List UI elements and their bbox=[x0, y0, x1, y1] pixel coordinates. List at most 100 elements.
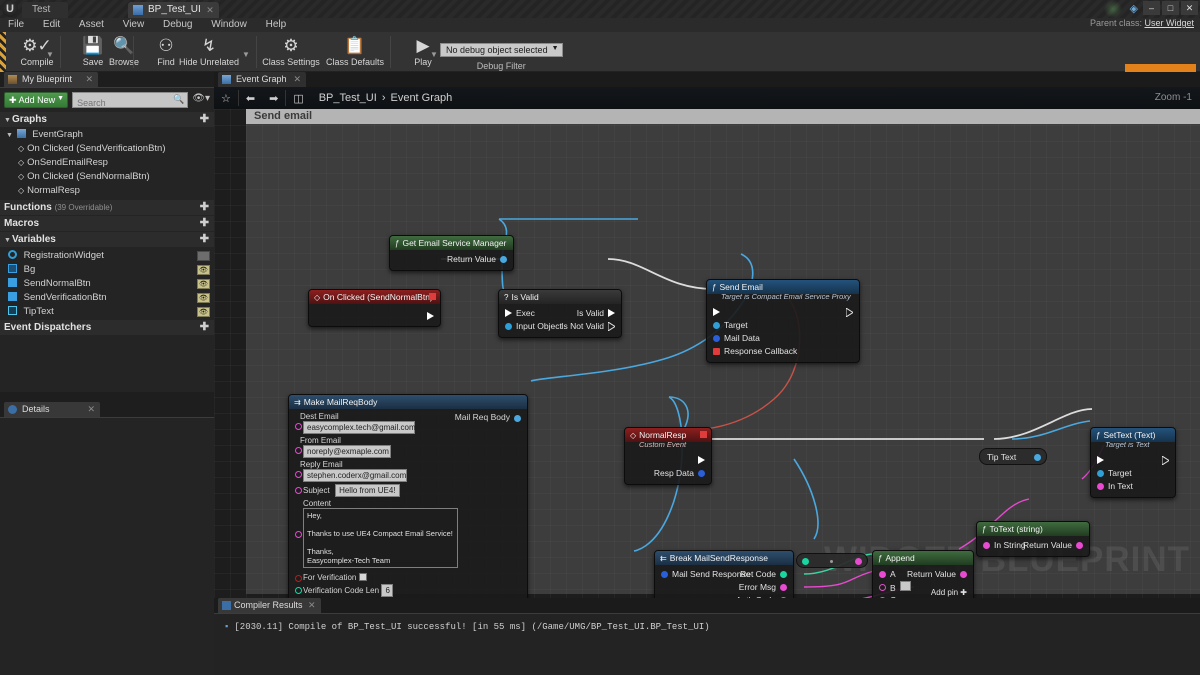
pin-is-not-valid[interactable] bbox=[608, 321, 615, 331]
add-function-icon[interactable]: ✚ bbox=[200, 200, 209, 215]
input-dest-email[interactable]: easycomplex.tech@gmail.com bbox=[303, 421, 416, 434]
close-icon[interactable]: ✕ bbox=[293, 72, 301, 87]
pin-resp-data[interactable] bbox=[698, 470, 705, 477]
add-new-button[interactable]: ✚ Add New ▼ bbox=[4, 92, 69, 108]
menu-item-file[interactable]: File bbox=[0, 18, 32, 30]
eye-icon[interactable] bbox=[197, 251, 210, 261]
minimize-button[interactable]: – bbox=[1143, 1, 1160, 15]
node-is-valid[interactable]: ? Is Valid Exec Is Valid Input Object Is … bbox=[498, 289, 622, 338]
node-on-clicked-sendnormalbtn[interactable]: ◇ On Clicked (SendNormalBtn) bbox=[308, 289, 441, 327]
parent-class-value[interactable]: User Widget bbox=[1144, 18, 1194, 28]
input-subject[interactable]: Hello from UE4! bbox=[335, 484, 400, 497]
pin-verification-code-len[interactable] bbox=[295, 587, 302, 594]
toolbar-hide-unrelated-button[interactable]: ↯ Hide Unrelated bbox=[172, 34, 246, 70]
pin-for-verification[interactable] bbox=[295, 575, 302, 582]
menu-item-edit[interactable]: Edit bbox=[35, 18, 68, 30]
compiler-log-row[interactable]: ▪ [2030.11] Compile of BP_Test_UI success… bbox=[214, 614, 1200, 632]
pin-from-email[interactable] bbox=[295, 447, 302, 454]
pin-exec-out[interactable] bbox=[698, 456, 705, 464]
tab-details[interactable]: Details ✕ bbox=[4, 402, 100, 417]
close-icon[interactable]: ✕ bbox=[87, 402, 95, 417]
section-functions[interactable]: Functions (39 Overridable) ✚ bbox=[0, 200, 214, 215]
compile-caret-icon[interactable]: ▼ bbox=[46, 50, 54, 59]
close-button[interactable]: ✕ bbox=[1181, 1, 1198, 15]
menu-item-help[interactable]: Help bbox=[258, 18, 295, 30]
pin-exec-in[interactable] bbox=[1097, 456, 1104, 464]
input-from-email[interactable]: noreply@exmaple.com bbox=[303, 445, 391, 458]
pin-error-msg[interactable] bbox=[780, 584, 787, 591]
section-macros[interactable]: Macros ✚ bbox=[0, 216, 214, 231]
window-tab-test[interactable]: Test bbox=[22, 2, 69, 18]
pin-exec-out[interactable] bbox=[427, 312, 434, 320]
menu-item-view[interactable]: View bbox=[115, 18, 153, 30]
pin-return-value[interactable] bbox=[960, 571, 967, 578]
pin-reply-email[interactable] bbox=[295, 471, 302, 478]
tab-my-blueprint[interactable]: My Blueprint ✕ bbox=[4, 72, 98, 87]
pin-content[interactable] bbox=[295, 531, 302, 538]
input-content[interactable]: Hey, Thanks to use UE4 Compact Email Ser… bbox=[303, 508, 458, 568]
pin-return-value[interactable] bbox=[500, 256, 507, 263]
menu-item-window[interactable]: Window bbox=[203, 18, 255, 30]
pin-tip-text-out[interactable] bbox=[1034, 454, 1041, 461]
variable-bg[interactable]: Bg 👁 bbox=[0, 263, 214, 277]
close-icon[interactable]: ✕ bbox=[308, 598, 316, 613]
node-settext-text[interactable]: ƒ SetText (Text) Target is Text Target In… bbox=[1090, 427, 1176, 498]
node-break-mailsendresponse[interactable]: ⇇ Break MailSendResponse Mail Send Respon… bbox=[654, 550, 794, 598]
eye-icon[interactable]: 👁 bbox=[197, 293, 210, 303]
pin-exec-out[interactable] bbox=[1162, 455, 1169, 465]
toolbar-compile-button[interactable]: ⚙✓ Compile bbox=[6, 34, 68, 70]
node-conversion[interactable] bbox=[796, 553, 868, 568]
pin-auth-code[interactable] bbox=[780, 597, 787, 598]
tree-item-normalresp[interactable]: ◇ NormalResp bbox=[0, 184, 214, 198]
favorite-star-icon[interactable]: ☆ bbox=[214, 92, 238, 105]
cloud-icon[interactable]: ◈ bbox=[1130, 2, 1138, 15]
pin-exec-in[interactable] bbox=[713, 308, 720, 316]
play-caret-icon[interactable]: ▼ bbox=[430, 50, 438, 59]
pin-subject[interactable] bbox=[295, 487, 302, 494]
hide-unrelated-caret-icon[interactable]: ▼ bbox=[242, 50, 250, 59]
debug-object-select[interactable]: No debug object selected ▼ bbox=[440, 43, 563, 57]
close-icon[interactable]: ✕ bbox=[206, 2, 214, 18]
breadcrumb-current[interactable]: Event Graph bbox=[390, 92, 452, 104]
pin-exec-out[interactable] bbox=[846, 307, 853, 317]
section-variables[interactable]: ▼Variables ✚ bbox=[0, 232, 214, 247]
pin-conversion-in[interactable] bbox=[802, 558, 809, 565]
pin-ret-code[interactable] bbox=[780, 571, 787, 578]
tree-item-onsendemailresp[interactable]: ◇ OnSendEmailResp bbox=[0, 156, 214, 170]
node-make-mailreqbody[interactable]: ⇉ Make MailReqBody Dest Email easycomplex… bbox=[288, 394, 528, 598]
node-get-email-service-manager[interactable]: ƒ Get Email Service Manager Return Value bbox=[389, 235, 514, 271]
tree-item-on-clicked-sendverificationbtn[interactable]: ◇ On Clicked (SendVerificationBtn) bbox=[0, 142, 214, 156]
toolbar-class-settings-button[interactable]: ⚙ Class Settings bbox=[258, 34, 324, 70]
input-code-len[interactable]: 6 bbox=[381, 584, 394, 597]
maximize-button[interactable]: □ bbox=[1162, 1, 1179, 15]
section-event-dispatchers[interactable]: Event Dispatchers ✚ bbox=[0, 320, 214, 335]
section-graphs[interactable]: ▼Graphs ✚ bbox=[0, 112, 214, 127]
unreal-logo-icon[interactable]: U bbox=[2, 1, 18, 17]
node-get-tip-text[interactable]: Tip Text bbox=[979, 448, 1047, 465]
pin-dest-email[interactable] bbox=[295, 423, 302, 430]
window-tab-bp-test-ui[interactable]: BP_Test_UI ✕ bbox=[128, 2, 219, 18]
node-totext-string[interactable]: ƒ ToText (string) In String Return Value bbox=[976, 521, 1090, 557]
node-append[interactable]: ƒAppend A Return Value B C bbox=[872, 550, 974, 598]
variable-registrationwidget[interactable]: RegistrationWidget bbox=[0, 249, 214, 263]
toolbar-class-defaults-button[interactable]: 📋 Class Defaults bbox=[322, 34, 388, 70]
checkbox-for-verification[interactable] bbox=[358, 573, 367, 581]
tab-compiler-results[interactable]: Compiler Results ✕ bbox=[218, 598, 321, 613]
variable-tiptext[interactable]: TipText 👁 bbox=[0, 305, 214, 319]
blueprint-search-box[interactable]: 🔍 bbox=[72, 92, 189, 110]
pin-is-valid[interactable] bbox=[608, 309, 615, 317]
pin-return-value[interactable] bbox=[1076, 542, 1083, 549]
search-input[interactable] bbox=[73, 96, 188, 110]
compiler-results-panel[interactable]: ▪ [2030.11] Compile of BP_Test_UI success… bbox=[214, 613, 1200, 675]
menu-item-debug[interactable]: Debug bbox=[155, 18, 200, 30]
forward-arrow-icon[interactable]: ➡ bbox=[262, 92, 285, 105]
close-icon[interactable]: ✕ bbox=[85, 72, 93, 87]
tree-item-on-clicked-sendnormalbtn[interactable]: ◇ On Clicked (SendNormalBtn) bbox=[0, 170, 214, 184]
pin-conversion-out[interactable] bbox=[855, 558, 862, 565]
variable-sendverificationbtn[interactable]: SendVerificationBtn 👁 bbox=[0, 291, 214, 305]
add-variable-icon[interactable]: ✚ bbox=[200, 232, 209, 247]
input-reply-email[interactable]: stephen.coderx@gmail.com bbox=[303, 469, 407, 482]
eye-icon[interactable]: 👁 bbox=[197, 265, 210, 275]
back-arrow-icon[interactable]: ⬅ bbox=[239, 92, 262, 105]
breadcrumb-root[interactable]: BP_Test_UI bbox=[319, 92, 377, 104]
